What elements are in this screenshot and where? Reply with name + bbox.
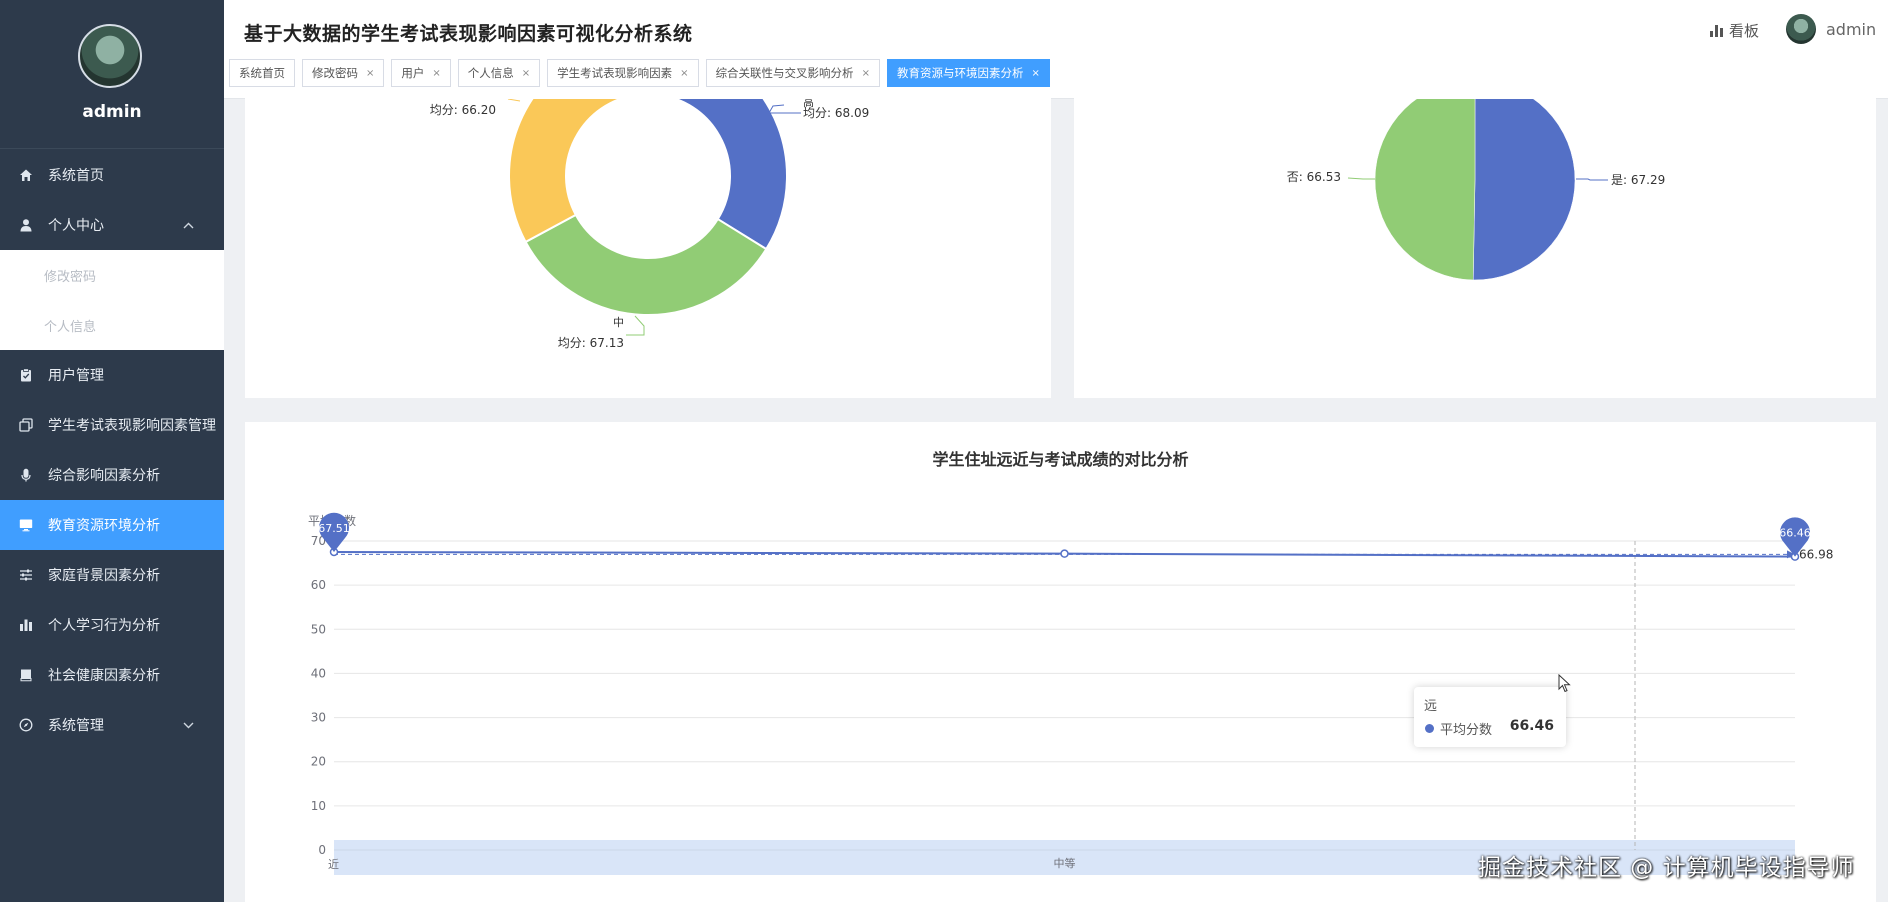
tab-bar: 系统首页 修改密码 × 用户 × 个人信息 × 学生考试表现影响因素 × 综合关联性与交… <box>229 59 1057 87</box>
sidebar-item-comprehensive-analysis[interactable]: 综合影响因素分析 <box>0 450 224 500</box>
avatar <box>78 24 142 88</box>
tab-label: 修改密码 <box>312 66 358 80</box>
top-header: 基于大数据的学生考试表现影响因素可视化分析系统 看板 admin 系统首页 修改… <box>224 0 1888 99</box>
donut-chart-card <box>245 98 1051 398</box>
sidebar-item-home[interactable]: 系统首页 <box>0 150 224 200</box>
tab-correlation-analysis[interactable]: 综合关联性与交叉影响分析 × <box>705 59 880 87</box>
line-chart-card <box>245 422 1876 902</box>
compass-icon <box>18 717 34 733</box>
bookmark-icon <box>18 667 34 683</box>
tab-label: 教育资源与环境因素分析 <box>896 66 1024 80</box>
tab-change-password[interactable]: 修改密码 × <box>302 59 385 87</box>
user-menu[interactable]: admin <box>1786 14 1876 44</box>
tab-label: 综合关联性与交叉影响分析 <box>715 66 854 80</box>
close-icon[interactable]: × <box>522 68 530 79</box>
sidebar-item-family-background[interactable]: 家庭背景因素分析 <box>0 550 224 600</box>
copy-icon <box>18 417 34 433</box>
tab-education-environment[interactable]: 教育资源与环境因素分析 × <box>886 59 1050 87</box>
close-icon[interactable]: × <box>862 68 870 79</box>
bar-chart-icon <box>18 617 34 633</box>
sidebar-item-label: 用户管理 <box>48 368 104 384</box>
sidebar-item-label: 学生考试表现影响因素管理 <box>48 418 216 434</box>
home-icon <box>18 167 34 183</box>
tab-label: 学生考试表现影响因素 <box>557 66 673 80</box>
board-link[interactable]: 看板 <box>1710 20 1759 41</box>
user-name: admin <box>1826 19 1877 39</box>
close-icon[interactable]: × <box>1031 68 1039 79</box>
tooltip-series-name: 平均分数 <box>1440 723 1493 738</box>
sidebar-item-label: 家庭背景因素分析 <box>48 568 160 584</box>
sidebar-item-social-health[interactable]: 社会健康因素分析 <box>0 650 224 700</box>
tab-label: 系统首页 <box>239 66 285 80</box>
profile-panel: admin <box>0 0 224 149</box>
close-icon[interactable]: × <box>680 68 688 79</box>
sidebar: admin 系统首页 个人中心 修改密码 个人信息 用户管理 学生考试表现影响因… <box>0 0 224 902</box>
sidebar-item-learning-behavior[interactable]: 个人学习行为分析 <box>0 600 224 650</box>
personal-center-submenu: 修改密码 个人信息 <box>0 250 224 350</box>
sidebar-item-label: 系统首页 <box>48 168 104 184</box>
mouse-cursor-icon <box>1558 674 1571 693</box>
sidebar-item-label: 教育资源环境分析 <box>48 518 160 534</box>
profile-name: admin <box>82 102 142 122</box>
sliders-icon <box>18 567 34 583</box>
pie-chart-card <box>1074 98 1876 398</box>
submenu-item-personal-info[interactable]: 个人信息 <box>0 300 224 350</box>
tab-exam-factors[interactable]: 学生考试表现影响因素 × <box>547 59 699 87</box>
sidebar-item-user-management[interactable]: 用户管理 <box>0 350 224 400</box>
tab-personal-info[interactable]: 个人信息 × <box>457 59 541 87</box>
board-label: 看板 <box>1729 22 1760 40</box>
monitor-icon <box>18 517 34 533</box>
tab-label: 个人信息 <box>467 66 514 80</box>
sidebar-item-label: 系统管理 <box>48 718 104 734</box>
sidebar-item-label: 社会健康因素分析 <box>48 668 160 684</box>
chevron-down-icon <box>183 718 194 732</box>
tab-home[interactable]: 系统首页 <box>229 59 295 87</box>
tooltip-series-dot <box>1425 724 1434 733</box>
sidebar-item-system-management[interactable]: 系统管理 <box>0 700 224 750</box>
tooltip-category: 远 <box>1424 699 1438 714</box>
line-chart-title: 学生住址远近与考试成绩的对比分析 <box>932 450 1189 469</box>
sidebar-item-label: 个人中心 <box>48 218 104 234</box>
tab-label: 用户 <box>401 66 425 80</box>
sidebar-item-label: 个人学习行为分析 <box>48 618 160 634</box>
sidebar-item-factor-management[interactable]: 学生考试表现影响因素管理 <box>0 400 224 450</box>
sidebar-item-education-resources[interactable]: 教育资源环境分析 <box>0 500 224 550</box>
tab-user[interactable]: 用户 × <box>391 59 451 87</box>
clipboard-icon <box>18 367 34 383</box>
page-title: 基于大数据的学生考试表现影响因素可视化分析系统 <box>244 23 693 45</box>
bar-chart-icon <box>1710 24 1723 37</box>
chart-tooltip: 远 平均分数 66.46 <box>1414 687 1566 747</box>
close-icon[interactable]: × <box>366 68 374 79</box>
tooltip-value: 66.46 <box>1509 718 1554 734</box>
close-icon[interactable]: × <box>432 68 440 79</box>
user-icon <box>18 217 34 233</box>
avatar <box>1786 14 1816 44</box>
submenu-item-change-password[interactable]: 修改密码 <box>0 250 224 300</box>
sidebar-item-label: 综合影响因素分析 <box>48 468 160 484</box>
watermark: 掘金技术社区 @ 计算机毕设指导师 <box>1478 855 1855 881</box>
sidebar-item-personal-center[interactable]: 个人中心 <box>0 200 224 250</box>
microphone-icon <box>18 467 34 483</box>
sidebar-menu: 系统首页 个人中心 修改密码 个人信息 用户管理 学生考试表现影响因素管理 综合… <box>0 150 224 750</box>
chevron-up-icon <box>183 218 194 232</box>
